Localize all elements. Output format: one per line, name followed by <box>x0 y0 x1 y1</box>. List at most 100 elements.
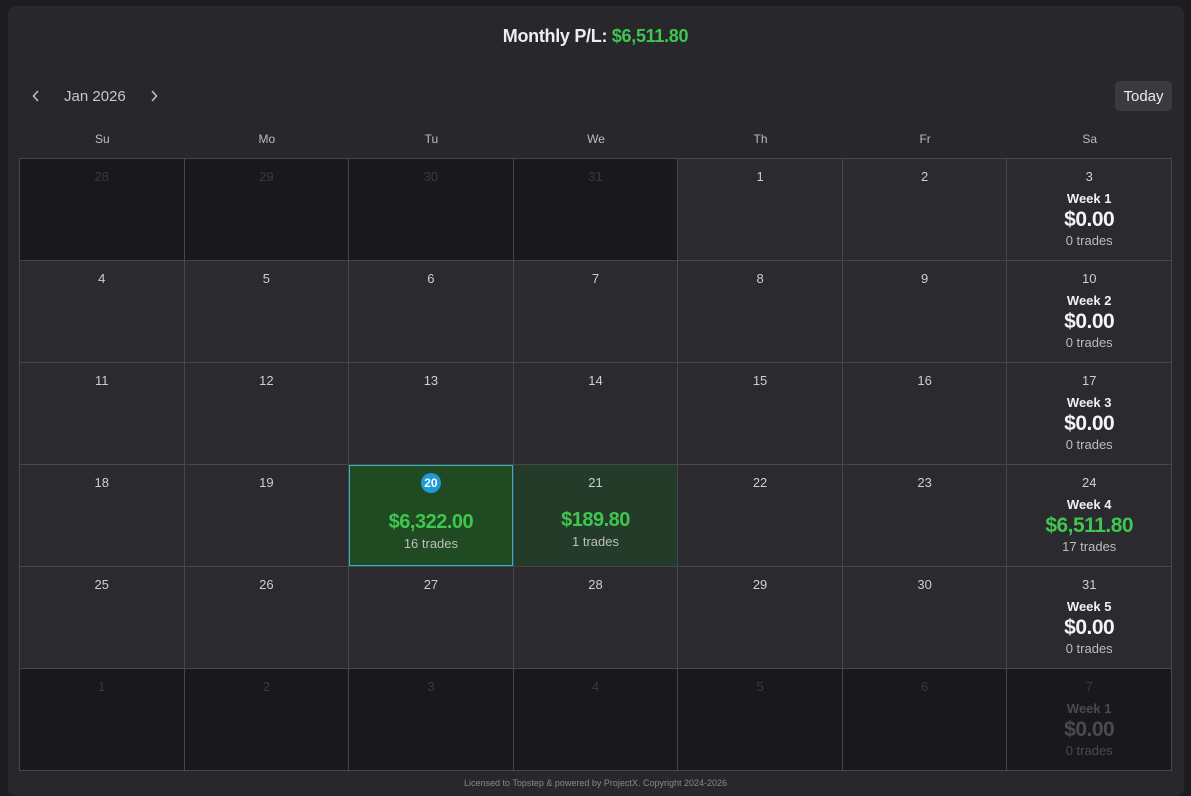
day-cell[interactable]: 30 <box>841 566 1008 669</box>
day-cell[interactable]: 23 <box>841 464 1008 567</box>
day-number: 2 <box>921 169 929 184</box>
week-summary-cell[interactable]: 17 Week 3 $0.00 0 trades <box>1006 362 1172 465</box>
day-cell[interactable]: 19 <box>183 464 350 567</box>
day-cell[interactable]: 3 <box>348 668 514 771</box>
day-number: 7 <box>1085 679 1093 694</box>
day-cell[interactable]: 16 <box>841 362 1008 465</box>
day-cell[interactable]: 14 <box>512 362 679 465</box>
day-cell[interactable]: 20 $6,322.00 16 trades <box>348 464 514 567</box>
day-cell[interactable]: 30 <box>348 158 514 261</box>
week-label: Week 2 <box>1066 293 1112 308</box>
day-cell[interactable]: 13 <box>348 362 514 465</box>
week-label: Week 1 <box>1066 191 1112 206</box>
day-cell[interactable]: 27 <box>348 566 514 669</box>
week-summary-cell[interactable]: 7 Week 1 $0.00 0 trades <box>1006 668 1172 771</box>
day-cell[interactable]: 6 <box>348 260 514 363</box>
day-number: 25 <box>94 577 110 592</box>
day-number: 6 <box>427 271 435 286</box>
day-cell[interactable]: 2 <box>183 668 350 771</box>
day-cell[interactable]: 1 <box>677 158 843 261</box>
week-amount: $0.00 <box>1064 412 1115 435</box>
day-cell[interactable]: 7 <box>512 260 679 363</box>
day-cell[interactable]: 4 <box>512 668 679 771</box>
day-number: 9 <box>921 271 929 286</box>
day-number: 23 <box>917 475 932 490</box>
current-month: Jan 2026 <box>64 87 126 105</box>
day-cell[interactable]: 1 <box>19 668 185 771</box>
week-summary-cell[interactable]: 24 Week 4 $6,511.80 17 trades <box>1006 464 1172 567</box>
today-button[interactable]: Today <box>1115 81 1172 111</box>
day-number: 19 <box>259 475 274 490</box>
day-number: 14 <box>588 373 603 388</box>
day-number: 30 <box>423 169 439 184</box>
weekday-fr: Fr <box>919 132 931 146</box>
day-pl: $189.80 <box>561 509 630 531</box>
calendar-grid: 28 29 30 31 1 2 3 Week 1 $0.00 0 trades 4 5 6 7 8 9 10 We… <box>19 158 1172 771</box>
day-cell[interactable]: 5 <box>677 668 843 771</box>
day-cell[interactable]: 8 <box>677 260 843 363</box>
chevron-right-icon[interactable] <box>144 84 164 108</box>
weekday-we: We <box>587 132 605 146</box>
day-number: 31 <box>588 169 603 184</box>
day-number: 2 <box>262 679 270 694</box>
week-summary-cell[interactable]: 31 Week 5 $0.00 0 trades <box>1006 566 1172 669</box>
page-title: Monthly P/L: $6,511.80 <box>0 26 1191 47</box>
week-amount: $0.00 <box>1064 718 1115 741</box>
week-label: Week 1 <box>1066 701 1112 716</box>
week-label: Week 3 <box>1066 395 1112 410</box>
day-cell[interactable]: 12 <box>183 362 350 465</box>
day-number: 24 <box>1081 475 1097 490</box>
day-number: 3 <box>427 679 435 694</box>
day-number: 28 <box>588 577 603 592</box>
week-trades: 0 trades <box>1065 641 1113 656</box>
week-trades: 0 trades <box>1065 743 1113 758</box>
day-number: 31 <box>1081 577 1097 592</box>
day-number: 18 <box>94 475 110 490</box>
day-number: 6 <box>921 679 929 694</box>
day-number: 8 <box>756 271 764 286</box>
week-trades: 0 trades <box>1065 437 1113 452</box>
day-trades: 1 trades <box>572 534 619 549</box>
day-number: 29 <box>752 577 768 592</box>
week-trades: 17 trades <box>1062 539 1117 554</box>
day-number: 3 <box>1085 169 1093 184</box>
day-cell[interactable]: 21 $189.80 1 trades <box>512 464 679 567</box>
day-cell[interactable]: 25 <box>19 566 185 669</box>
day-number: 21 <box>588 475 603 490</box>
day-cell[interactable]: 22 <box>677 464 843 567</box>
today-badge: 20 <box>420 473 441 493</box>
day-number: 27 <box>423 577 439 592</box>
weekday-su: Su <box>94 132 110 146</box>
week-summary-cell[interactable]: 10 Week 2 $0.00 0 trades <box>1006 260 1172 363</box>
day-number: 26 <box>259 577 274 592</box>
day-number: 12 <box>259 373 274 388</box>
day-number: 30 <box>917 577 932 592</box>
month-navigator: Jan 2026 <box>26 84 164 108</box>
weekday-th: Th <box>753 132 768 146</box>
day-number: 4 <box>591 679 600 694</box>
chevron-left-icon[interactable] <box>26 84 46 108</box>
day-cell[interactable]: 5 <box>183 260 350 363</box>
week-amount: $0.00 <box>1064 616 1115 639</box>
day-number: 4 <box>98 271 106 286</box>
day-cell[interactable]: 4 <box>19 260 185 363</box>
day-cell[interactable]: 31 <box>512 158 679 261</box>
day-cell[interactable]: 29 <box>677 566 843 669</box>
day-cell[interactable]: 15 <box>677 362 843 465</box>
day-number: 16 <box>917 373 932 388</box>
day-cell[interactable]: 29 <box>183 158 350 261</box>
day-cell[interactable]: 28 <box>512 566 679 669</box>
day-cell[interactable]: 28 <box>19 158 185 261</box>
week-amount: $6,511.80 <box>1045 514 1134 537</box>
day-cell[interactable]: 18 <box>19 464 185 567</box>
day-cell[interactable]: 9 <box>841 260 1008 363</box>
day-cell[interactable]: 6 <box>841 668 1008 771</box>
day-cell[interactable]: 2 <box>841 158 1008 261</box>
day-number: 29 <box>259 169 274 184</box>
day-number: 11 <box>95 373 109 388</box>
week-summary-cell[interactable]: 3 Week 1 $0.00 0 trades <box>1006 158 1172 261</box>
day-cell[interactable]: 11 <box>19 362 185 465</box>
day-number: 5 <box>756 679 764 694</box>
day-number: 1 <box>756 169 764 184</box>
day-cell[interactable]: 26 <box>183 566 350 669</box>
